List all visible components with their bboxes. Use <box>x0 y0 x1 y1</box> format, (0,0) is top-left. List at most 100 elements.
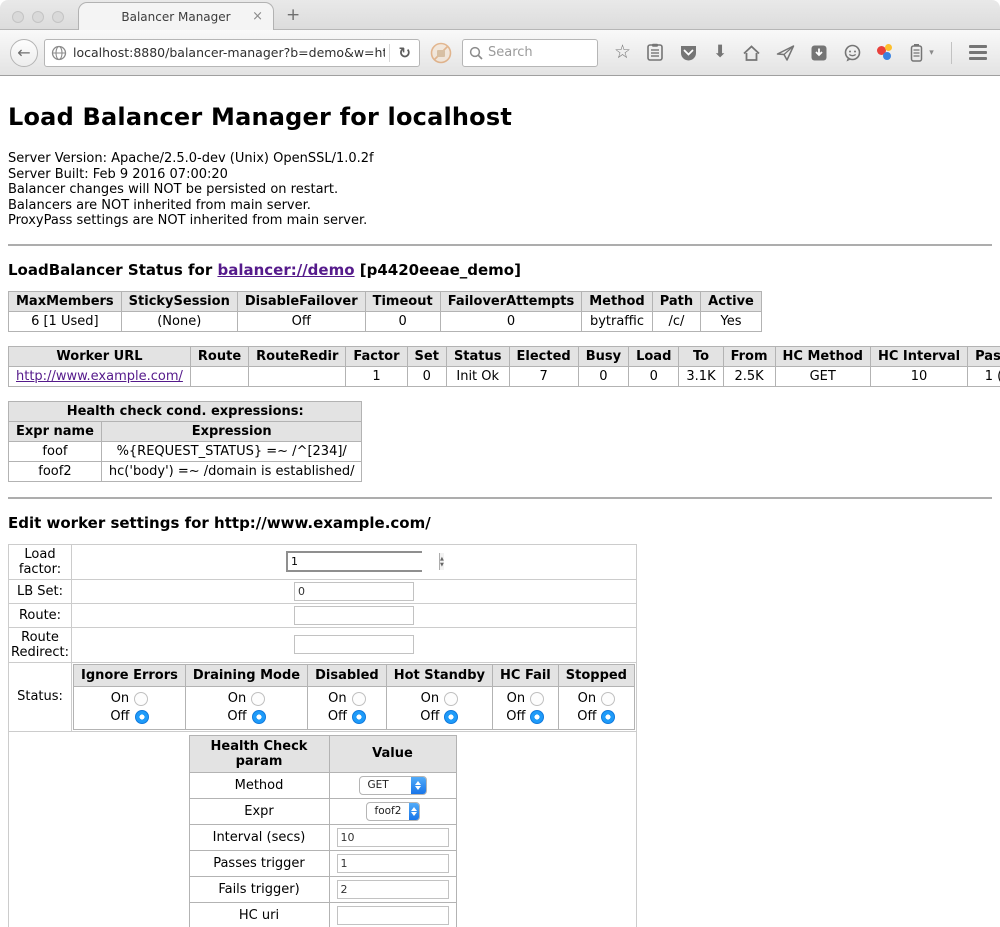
edit-worker-form: Load factor: ▲▼ LB Set: Route: Route Red… <box>8 544 637 927</box>
worker-url-link[interactable]: http://www.example.com/ <box>16 369 183 384</box>
hc-fail-off-radio[interactable] <box>530 710 544 724</box>
stopped-on-radio[interactable] <box>601 692 615 706</box>
form-row-load-factor: Load factor: ▲▼ <box>9 544 637 579</box>
hc-uri-input[interactable] <box>337 906 449 925</box>
select-stepper-icon <box>409 802 418 821</box>
hc-fail-on-radio[interactable] <box>530 692 544 706</box>
on-label: On <box>421 690 439 708</box>
save-page-icon[interactable] <box>810 44 828 62</box>
sidebar-caret-icon[interactable]: ▾ <box>929 48 934 58</box>
number-spinner-icon[interactable]: ▲▼ <box>439 553 444 570</box>
fails-label: Fails trigger) <box>189 876 329 902</box>
draining-mode-off-radio[interactable] <box>252 710 266 724</box>
spinner-down-icon[interactable]: ▼ <box>440 562 444 568</box>
col-ignore-errors: Ignore Errors <box>74 664 186 686</box>
downloads-icon[interactable]: ⬇ <box>713 44 727 61</box>
lb-set-input[interactable] <box>294 582 414 601</box>
menu-icon[interactable] <box>969 45 987 60</box>
col-load: Load <box>629 346 679 366</box>
draining-mode-on-radio[interactable] <box>251 692 265 706</box>
search-input[interactable] <box>488 45 588 60</box>
table-header-row: MaxMembers StickySession DisableFailover… <box>9 291 762 311</box>
cell-status: Init Ok <box>446 366 509 386</box>
route-redirect-label: Route Redirect: <box>9 627 72 662</box>
minimize-window-button[interactable] <box>32 11 44 23</box>
table-header-row: Expr name Expression <box>9 421 362 441</box>
bookmark-star-icon[interactable]: ☆ <box>614 43 631 62</box>
balancer-demo-link[interactable]: balancer://demo <box>217 261 354 279</box>
tab-balancer-manager[interactable]: Balancer Manager × <box>78 2 274 30</box>
reload-button[interactable]: ↻ <box>394 44 415 62</box>
content-blocker-icon[interactable] <box>430 42 452 64</box>
off-label: Off <box>110 708 129 726</box>
form-row-status: Status: Ignore Errors Draining Mode Disa… <box>9 662 637 731</box>
on-label: On <box>328 690 346 708</box>
expr-row: foof %{REQUEST_STATUS} =~ /^[234]/ <box>9 441 362 461</box>
interval-input[interactable] <box>337 828 449 847</box>
close-window-button[interactable] <box>12 11 24 23</box>
window-controls <box>12 11 64 23</box>
off-label: Off <box>577 708 596 726</box>
zoom-window-button[interactable] <box>52 11 64 23</box>
send-icon[interactable] <box>776 44 795 62</box>
cell-disablefailover: Off <box>237 311 365 331</box>
expr-select[interactable]: foof2 <box>366 802 420 821</box>
cell-method: bytraffic <box>582 311 652 331</box>
new-tab-button[interactable]: + <box>286 5 300 25</box>
back-button[interactable]: ← <box>10 39 38 67</box>
hc-fail-toggle: On Off <box>493 686 559 729</box>
toolbar-separator <box>951 42 952 64</box>
ignore-errors-on-radio[interactable] <box>134 692 148 706</box>
browser-window: Balancer Manager × + ← localhost:8880/ba… <box>0 0 1000 927</box>
form-row-lb-set: LB Set: <box>9 579 637 603</box>
color-cluster-icon[interactable] <box>877 44 895 62</box>
col-stopped: Stopped <box>558 664 634 686</box>
hot-standby-off-radio[interactable] <box>444 710 458 724</box>
worker-row: http://www.example.com/ 1 0 Init Ok 7 0 … <box>9 366 1000 386</box>
status-radio-row: On Off On Off On Off <box>74 686 635 729</box>
search-bar[interactable] <box>462 39 598 67</box>
method-select[interactable]: GET <box>359 776 427 795</box>
route-label: Route: <box>9 603 72 627</box>
heading-prefix: LoadBalancer Status for <box>8 261 217 279</box>
table-header-row: Worker URL Route RouteRedir Factor Set S… <box>9 346 1000 366</box>
hc-row-passes: Passes trigger <box>189 850 456 876</box>
off-label: Off <box>328 708 347 726</box>
route-redirect-input[interactable] <box>294 635 414 654</box>
disabled-on-radio[interactable] <box>352 692 366 706</box>
back-icon: ← <box>17 43 30 62</box>
home-icon[interactable] <box>742 44 761 62</box>
col-from: From <box>723 346 775 366</box>
chat-icon[interactable] <box>843 44 862 62</box>
hot-standby-on-radio[interactable] <box>444 692 458 706</box>
fails-input[interactable] <box>337 880 449 899</box>
disabled-off-radio[interactable] <box>352 710 366 724</box>
col-to: To <box>679 346 723 366</box>
pocket-icon[interactable] <box>679 44 698 62</box>
passes-input[interactable] <box>337 854 449 873</box>
col-method: Method <box>582 291 652 311</box>
on-label: On <box>228 690 246 708</box>
health-check-param-table: Health Check param Value Method GET <box>189 735 457 927</box>
stopped-off-radio[interactable] <box>601 710 615 724</box>
cell-set: 0 <box>407 366 446 386</box>
ignore-errors-off-radio[interactable] <box>135 710 149 724</box>
cell-path: /c/ <box>652 311 700 331</box>
passes-label: Passes trigger <box>189 850 329 876</box>
battery-sidebar-icon[interactable] <box>910 43 923 62</box>
url-text[interactable]: localhost:8880/balancer-manager?b=demo&w… <box>73 45 385 60</box>
col-stickysession: StickySession <box>121 291 237 311</box>
cell-route <box>190 366 248 386</box>
expr-label: Expr <box>189 798 329 824</box>
load-factor-input[interactable] <box>288 553 439 570</box>
balancer-status-table: MaxMembers StickySession DisableFailover… <box>8 291 762 332</box>
col-expr-name: Expr name <box>9 421 102 441</box>
reading-list-icon[interactable] <box>646 43 664 62</box>
col-worker-url: Worker URL <box>9 346 191 366</box>
url-divider <box>389 44 390 62</box>
route-input[interactable] <box>294 606 414 625</box>
tab-close-icon[interactable]: × <box>252 9 263 24</box>
hc-expressions-title: Health check cond. expressions: <box>9 401 362 421</box>
cell-routeredir <box>249 366 346 386</box>
url-bar[interactable]: localhost:8880/balancer-manager?b=demo&w… <box>44 39 420 67</box>
